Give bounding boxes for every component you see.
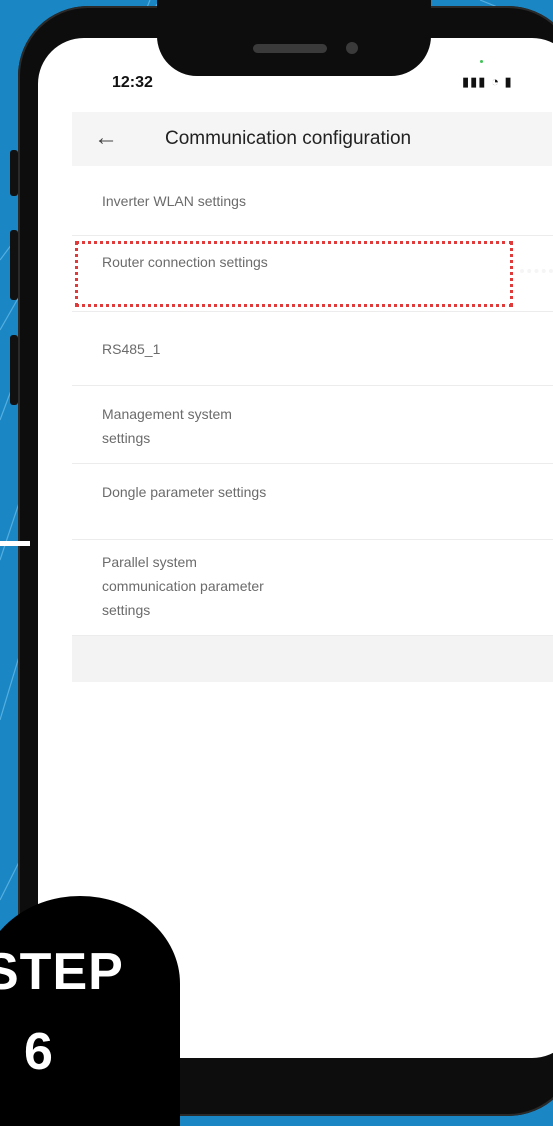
phone-notch	[157, 0, 431, 76]
menu-item-dongle-parameter[interactable]: Dongle parameter settings	[72, 464, 553, 540]
highlight-box	[75, 241, 513, 307]
speaker-grill	[253, 44, 327, 53]
menu-item-label: RS485_1	[102, 341, 161, 357]
pointer-line-left	[0, 541, 30, 546]
menu-item-label: Dongle parameter settings	[102, 484, 267, 500]
back-arrow-icon[interactable]: ←	[94, 126, 118, 150]
front-camera	[346, 42, 358, 54]
menu-item-label: Inverter WLAN settings	[102, 193, 246, 209]
menu-item-label: Parallel system communication parameter …	[102, 554, 264, 618]
menu-item-label: Management system settings	[102, 406, 232, 446]
side-button-volume-down	[10, 335, 18, 405]
menu-item-rs485[interactable]: RS485_1	[72, 312, 553, 386]
highlight-pointer-line	[520, 269, 553, 273]
step-label: STEP	[0, 943, 124, 1001]
privacy-indicator-icon	[480, 60, 483, 63]
step-badge	[0, 896, 180, 1126]
step-number: 6	[24, 1023, 53, 1081]
page-title: Communication configuration	[165, 128, 412, 149]
list-footer	[72, 636, 553, 682]
app-header: ← Communication configuration	[72, 112, 552, 166]
status-time: 12:32	[112, 74, 153, 91]
side-button-volume-up	[10, 230, 18, 300]
settings-menu: Inverter WLAN settings Router connection…	[72, 166, 553, 636]
menu-item-management-system[interactable]: Management system settings	[72, 386, 553, 464]
side-button-mute	[10, 150, 18, 196]
menu-item-inverter-wlan[interactable]: Inverter WLAN settings	[72, 166, 553, 236]
status-icons: ▮▮▮ ◔ ▮	[462, 74, 513, 89]
menu-item-parallel-system[interactable]: Parallel system communication parameter …	[72, 540, 553, 636]
